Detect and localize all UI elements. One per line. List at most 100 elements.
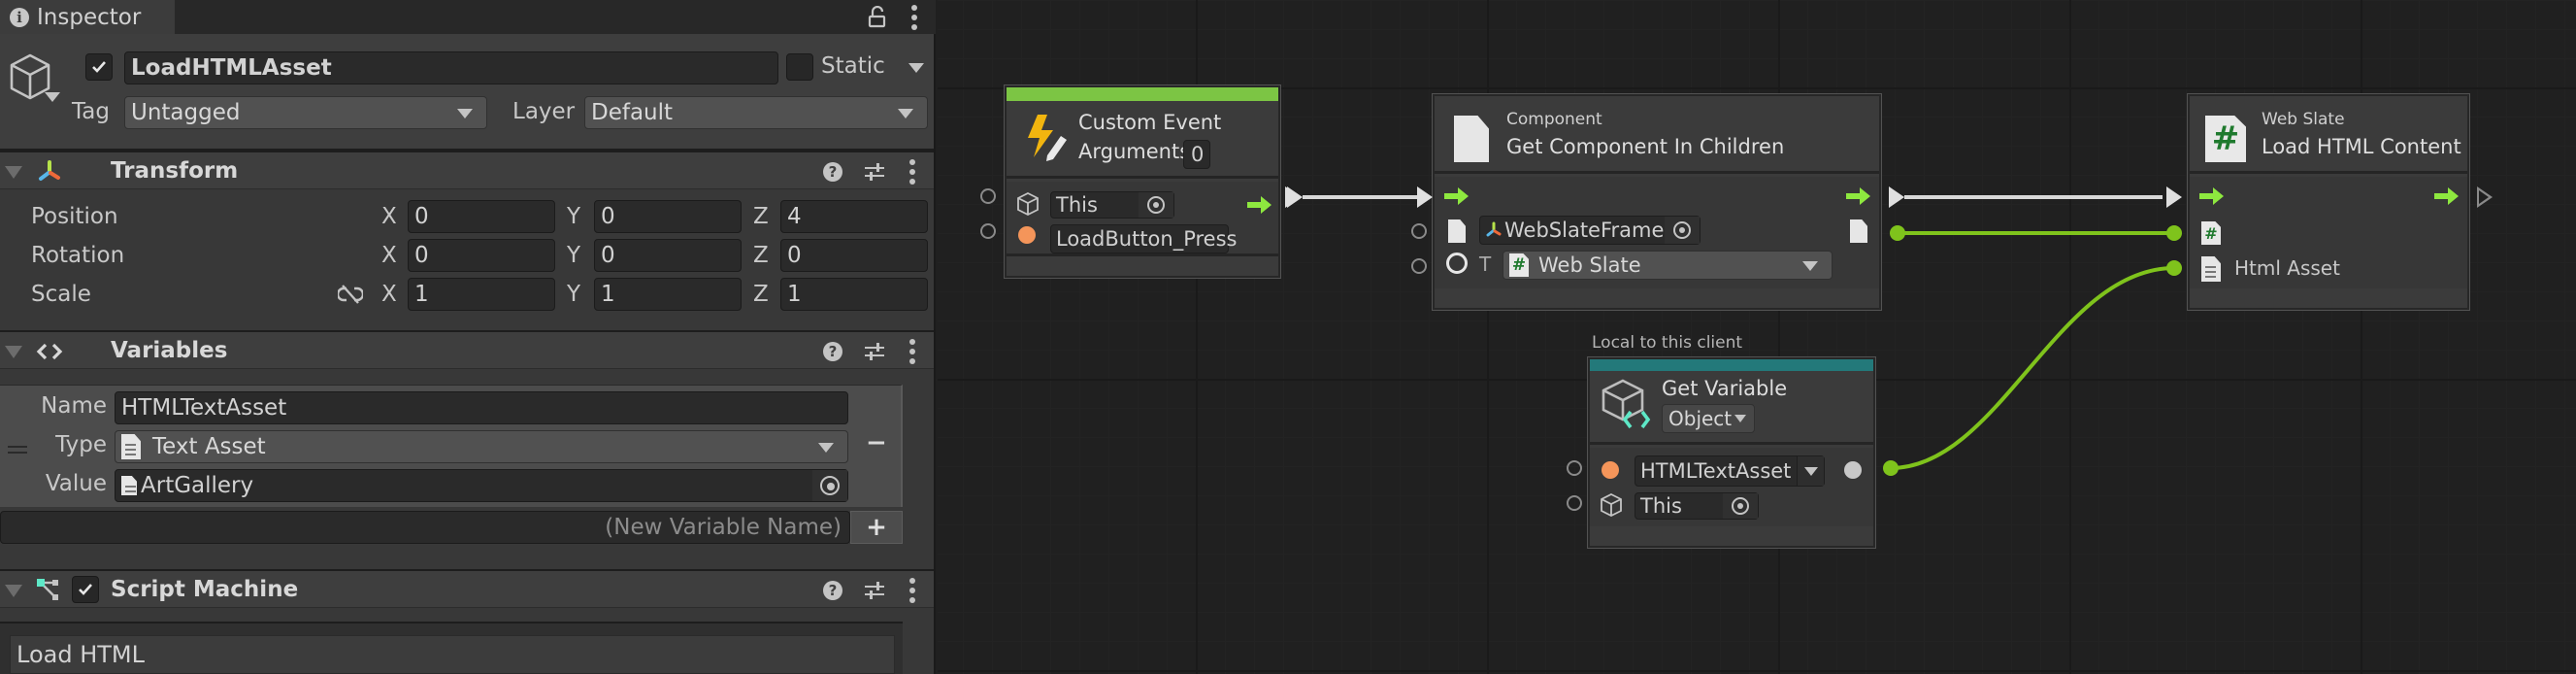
- position-label: Position: [31, 204, 118, 229]
- presets-icon[interactable]: [864, 341, 885, 362]
- help-icon[interactable]: ?: [823, 581, 842, 600]
- new-variable-name-input[interactable]: (New Variable Name): [0, 511, 850, 544]
- flow-output-arrow-icon[interactable]: [2434, 186, 2460, 206]
- foldout-icon[interactable]: [5, 585, 22, 597]
- variable-target-field[interactable]: This: [1635, 492, 1759, 520]
- position-x-field[interactable]: 0: [408, 200, 555, 233]
- node-load-html-content[interactable]: # Web Slate Load HTML Content # Html Ass…: [2188, 94, 2469, 310]
- presets-icon[interactable]: [864, 161, 885, 183]
- graph-name-field[interactable]: Load HTML: [10, 635, 895, 674]
- static-checkbox[interactable]: [786, 53, 813, 81]
- icon-dropdown-caret[interactable]: [45, 92, 60, 102]
- node-get-component-in-children[interactable]: Component Get Component In Children WebS…: [1433, 94, 1881, 310]
- unlinked-scale-icon[interactable]: [338, 285, 363, 304]
- scale-y-field[interactable]: 1: [594, 278, 742, 311]
- flow-output-arrow-icon[interactable]: [1247, 195, 1272, 215]
- flow-input-port[interactable]: [1287, 186, 1303, 208]
- variable-name-field[interactable]: HTMLTextAsset: [1635, 455, 1825, 487]
- object-picker-button[interactable]: [1665, 217, 1700, 244]
- csharp-script-icon: #: [1509, 253, 1529, 277]
- check-icon: [92, 61, 106, 73]
- component-menu-icon[interactable]: [907, 578, 918, 603]
- object-picker-button[interactable]: [1723, 493, 1758, 519]
- node-custom-event[interactable]: Custom Event Arguments 0 This LoadButton…: [1005, 85, 1280, 278]
- tag-value: Untagged: [131, 100, 241, 125]
- rotation-x-field[interactable]: 0: [408, 239, 555, 272]
- scale-x-field[interactable]: 1: [408, 278, 555, 311]
- input-port[interactable]: [1567, 460, 1582, 476]
- flow-output-port-unconnected[interactable]: [2477, 186, 2493, 208]
- scale-z-field[interactable]: 1: [780, 278, 928, 311]
- position-y-field[interactable]: 0: [594, 200, 742, 233]
- flow-output-port[interactable]: [1889, 186, 1904, 208]
- input-port[interactable]: [1411, 258, 1427, 274]
- node-header: Component Get Component In Children: [1435, 96, 1879, 174]
- node-category: Web Slate: [2262, 110, 2345, 129]
- foldout-icon[interactable]: [5, 166, 22, 179]
- inspector-panel: i Inspector LoadHTMLAsset Static Tag Unt…: [0, 0, 936, 674]
- presets-icon[interactable]: [864, 580, 885, 601]
- unlock-icon[interactable]: [868, 5, 887, 29]
- variable-kind-dropdown[interactable]: Object: [1662, 404, 1755, 433]
- help-icon[interactable]: ?: [823, 162, 842, 182]
- transform-header[interactable]: Transform ?: [0, 151, 934, 189]
- add-variable-button[interactable]: +: [850, 511, 903, 544]
- position-z-field[interactable]: 4: [780, 200, 928, 233]
- active-checkbox[interactable]: [85, 53, 113, 81]
- arguments-count-field[interactable]: 0: [1183, 140, 1210, 169]
- gameobject-name-field[interactable]: LoadHTMLAsset: [124, 51, 778, 84]
- variable-name-field[interactable]: HTMLTextAsset: [115, 391, 848, 424]
- tag-dropdown[interactable]: Untagged: [124, 96, 487, 129]
- rotation-y-field[interactable]: 0: [594, 239, 742, 272]
- component-target-field[interactable]: WebSlateFramed: [1479, 216, 1701, 245]
- component-type-dropdown[interactable]: # Web Slate: [1503, 251, 1833, 280]
- inspector-menu-icon[interactable]: [908, 4, 920, 30]
- chevron-down-icon: [818, 443, 834, 453]
- variable-name-value: HTMLTextAsset: [121, 395, 287, 421]
- component-menu-icon[interactable]: [907, 159, 918, 185]
- variable-value-field[interactable]: ArtGallery: [115, 469, 848, 502]
- chevron-down-icon: [1803, 466, 1818, 476]
- axis-x-label: X: [381, 243, 397, 268]
- static-label: Static: [821, 53, 885, 79]
- remove-variable-button[interactable]: −: [866, 428, 887, 457]
- arguments-count: 0: [1191, 143, 1205, 166]
- flow-input-arrow-icon[interactable]: [1444, 186, 1470, 206]
- input-port[interactable]: [980, 188, 996, 204]
- object-picker-icon: [1732, 497, 1749, 515]
- script-machine-header[interactable]: Script Machine ?: [0, 569, 934, 608]
- component-menu-icon[interactable]: [907, 339, 918, 364]
- rotation-z-field[interactable]: 0: [780, 239, 928, 272]
- object-picker-button[interactable]: [812, 470, 847, 501]
- foldout-icon[interactable]: [5, 346, 22, 358]
- flow-input-port[interactable]: [1417, 186, 1433, 208]
- rotation-z-value: 0: [787, 243, 802, 268]
- input-port[interactable]: [980, 223, 996, 239]
- node-accent-bar: [1007, 87, 1278, 101]
- axis-x-label: X: [381, 204, 397, 229]
- node-get-variable[interactable]: Get Variable Object HTMLTextAsset This: [1588, 357, 1875, 548]
- variable-type-dropdown[interactable]: Text Asset: [115, 430, 848, 463]
- variables-header[interactable]: Variables ?: [0, 330, 934, 369]
- scale-row: Scale X 1 Y 1 Z 1: [0, 276, 934, 313]
- layer-dropdown[interactable]: Default: [584, 96, 928, 129]
- help-icon[interactable]: ?: [823, 342, 842, 361]
- static-dropdown-icon[interactable]: [908, 63, 924, 73]
- axis-y-label: Y: [567, 243, 581, 268]
- custom-event-icon: [1028, 115, 1067, 161]
- event-target-field[interactable]: This: [1050, 191, 1174, 219]
- tab-inspector[interactable]: i Inspector: [0, 0, 175, 34]
- variable-name-label: Name: [41, 393, 107, 419]
- script-machine-enabled-checkbox[interactable]: [72, 576, 99, 603]
- variable-name-dropdown-button[interactable]: [1797, 456, 1824, 486]
- drag-handle-icon[interactable]: [8, 446, 27, 457]
- event-name-field[interactable]: LoadButton_Press: [1050, 224, 1238, 253]
- input-port[interactable]: [1411, 223, 1427, 239]
- input-port[interactable]: [1567, 495, 1582, 511]
- generic-type-port-icon: [1446, 253, 1468, 274]
- flow-input-port[interactable]: [2166, 186, 2182, 208]
- flow-output-arrow-icon[interactable]: [1846, 186, 1871, 206]
- node-title: Get Variable: [1662, 377, 1788, 400]
- object-picker-button[interactable]: [1139, 192, 1173, 218]
- flow-input-arrow-icon[interactable]: [2199, 186, 2225, 206]
